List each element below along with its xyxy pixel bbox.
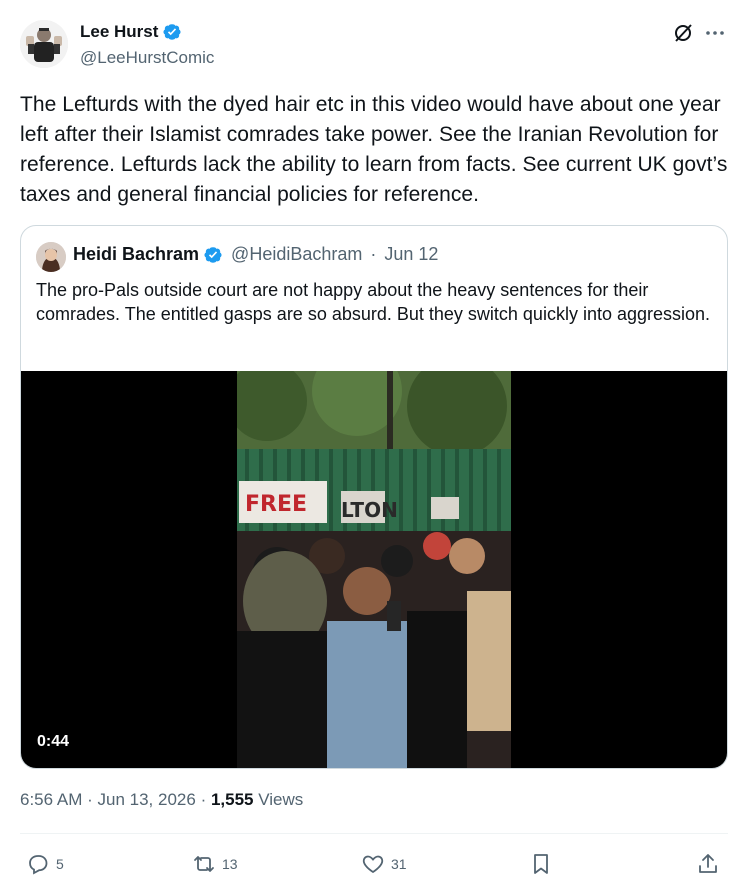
quoted-tweet[interactable]: Heidi Bachram @HeidiBachram · Jun 12 The…	[20, 225, 728, 769]
verified-badge-icon	[162, 22, 182, 42]
quote-separator: ·	[370, 244, 377, 264]
like-count: 31	[391, 856, 407, 872]
quote-author-name[interactable]: Heidi Bachram	[73, 244, 199, 265]
quote-date[interactable]: Jun 12	[384, 244, 438, 265]
bookmark-icon	[534, 854, 548, 874]
quote-text: The pro-Pals outside court are not happy…	[36, 280, 711, 324]
share-button[interactable]	[696, 852, 720, 876]
views-label: Views	[258, 790, 304, 809]
video-duration: 0:44	[37, 733, 70, 750]
banner-text-2: LTON	[341, 498, 398, 522]
quote-video[interactable]: FREE LTON 0:44	[21, 371, 727, 768]
like-button[interactable]: 31	[361, 852, 407, 876]
quote-header: Heidi Bachram @HeidiBachram · Jun 12	[73, 244, 438, 265]
like-icon	[362, 855, 384, 874]
tweet-text: The Lefturds with the dyed hair etc in t…	[20, 93, 728, 206]
divider	[20, 833, 728, 834]
repost-button[interactable]: 13	[192, 852, 238, 876]
author-name[interactable]: Lee Hurst	[80, 22, 158, 42]
tweet-time[interactable]: 6:56 AM	[20, 790, 82, 809]
verified-badge-icon	[203, 245, 223, 265]
author-avatar[interactable]	[20, 20, 68, 68]
more-icon[interactable]	[704, 22, 726, 44]
video-thumbnail[interactable]: FREE LTON	[237, 371, 511, 768]
author-handle[interactable]: @LeeHurstComic	[80, 48, 214, 68]
tweet-header: Lee Hurst @LeeHurstComic	[20, 20, 728, 76]
views-count: 1,555	[210, 790, 254, 809]
reply-icon	[29, 855, 48, 875]
meta-separator: ·	[200, 790, 207, 809]
repost-icon	[194, 856, 214, 872]
share-icon	[699, 854, 717, 873]
meta-separator: ·	[87, 790, 93, 809]
bookmark-button[interactable]	[529, 852, 553, 876]
quote-author-handle[interactable]: @HeidiBachram	[231, 244, 362, 265]
reply-button[interactable]: 5	[26, 852, 64, 876]
reply-count: 5	[56, 856, 64, 872]
tweet-meta: 6:56 AM · Jun 13, 2026 · 1,555 Views	[20, 790, 303, 810]
quote-author-avatar[interactable]	[36, 242, 66, 272]
repost-count: 13	[222, 856, 238, 872]
banner-text: FREE	[245, 492, 307, 517]
tweet-date[interactable]: Jun 13, 2026	[98, 790, 196, 809]
author-name-row: Lee Hurst	[80, 22, 182, 42]
grok-icon[interactable]	[672, 22, 694, 44]
